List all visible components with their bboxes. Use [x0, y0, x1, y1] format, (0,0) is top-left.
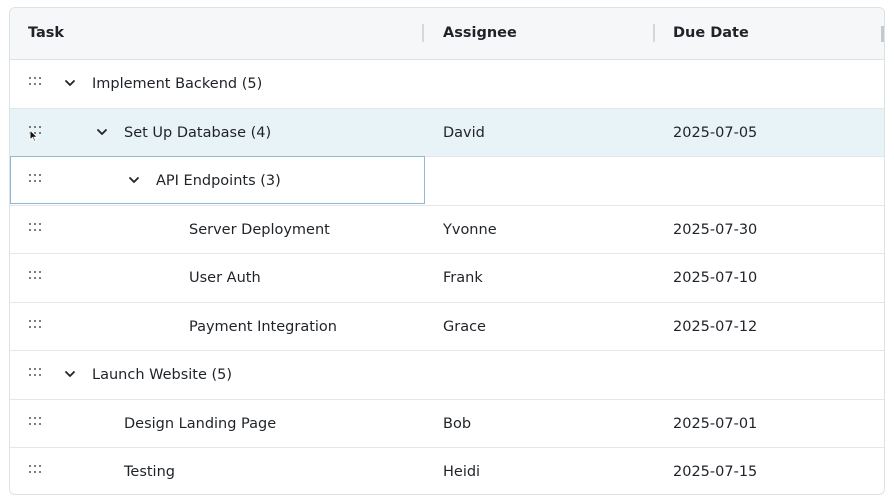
task-cell[interactable]: Testing — [124, 448, 175, 494]
group-row[interactable]: Launch Website (5) — [10, 351, 884, 400]
table-row[interactable]: User Auth Frank 2025-07-10 — [10, 254, 884, 303]
assignee-cell[interactable]: Heidi — [443, 448, 480, 494]
group-row[interactable]: API Endpoints (3) — [10, 156, 884, 206]
column-resize-handle-due-date[interactable] — [881, 26, 884, 42]
group-label[interactable]: Implement Backend (5) — [92, 60, 262, 108]
drag-handle-icon[interactable] — [29, 368, 45, 380]
drag-handle-icon[interactable] — [29, 465, 45, 477]
chevron-down-icon[interactable] — [64, 368, 76, 380]
column-resize-handle-assignee[interactable] — [653, 24, 655, 42]
assignee-cell[interactable]: Bob — [443, 400, 471, 448]
chevron-down-icon[interactable] — [96, 126, 108, 138]
table-row[interactable]: Server Deployment Yvonne 2025-07-30 — [10, 206, 884, 254]
drag-handle-icon[interactable] — [29, 174, 45, 186]
task-cell[interactable]: Server Deployment — [189, 206, 330, 254]
due-date-cell[interactable]: 2025-07-15 — [673, 448, 757, 494]
group-row[interactable]: Set Up Database (4) David 2025-07-05 — [10, 108, 884, 157]
column-header-assignee[interactable]: Assignee — [443, 8, 517, 59]
drag-handle-icon[interactable] — [29, 222, 45, 235]
drag-handle-icon[interactable] — [29, 271, 45, 283]
assignee-cell[interactable]: Frank — [443, 254, 483, 302]
table-row[interactable]: Design Landing Page Bob 2025-07-01 — [10, 400, 884, 448]
due-date-cell[interactable]: 2025-07-10 — [673, 254, 757, 302]
assignee-cell[interactable]: Grace — [443, 303, 486, 351]
drag-handle-icon[interactable] — [29, 416, 45, 429]
chevron-down-icon[interactable] — [128, 174, 140, 186]
grid-header: Task Assignee Due Date — [10, 8, 884, 60]
task-tree-grid: Task Assignee Due Date Implement Backend… — [9, 7, 885, 495]
column-header-due-date[interactable]: Due Date — [673, 8, 749, 59]
group-label[interactable]: API Endpoints (3) — [156, 157, 281, 205]
due-date-cell[interactable]: 2025-07-01 — [673, 400, 757, 448]
group-label[interactable]: Launch Website (5) — [92, 351, 232, 399]
drag-handle-icon[interactable] — [29, 77, 45, 89]
group-label[interactable]: Set Up Database (4) — [124, 109, 271, 157]
table-row[interactable]: Testing Heidi 2025-07-15 — [10, 448, 884, 494]
due-date-cell[interactable]: 2025-07-05 — [673, 109, 757, 157]
drag-handle-icon[interactable] — [29, 319, 45, 332]
group-row[interactable]: Implement Backend (5) — [10, 60, 884, 109]
task-cell[interactable]: Payment Integration — [189, 303, 337, 351]
task-cell[interactable]: User Auth — [189, 254, 261, 302]
due-date-cell[interactable]: 2025-07-12 — [673, 303, 757, 351]
assignee-cell[interactable]: Yvonne — [443, 206, 497, 254]
assignee-cell[interactable]: David — [443, 109, 485, 157]
chevron-down-icon[interactable] — [64, 77, 76, 89]
task-cell[interactable]: Design Landing Page — [124, 400, 276, 448]
drag-handle-icon[interactable] — [29, 125, 45, 138]
table-row[interactable]: Payment Integration Grace 2025-07-12 — [10, 303, 884, 351]
column-resize-handle-task[interactable] — [422, 24, 424, 42]
column-header-task[interactable]: Task — [28, 8, 64, 59]
due-date-cell[interactable]: 2025-07-30 — [673, 206, 757, 254]
grid-body: Implement Backend (5) Set Up Database (4)… — [10, 60, 884, 494]
